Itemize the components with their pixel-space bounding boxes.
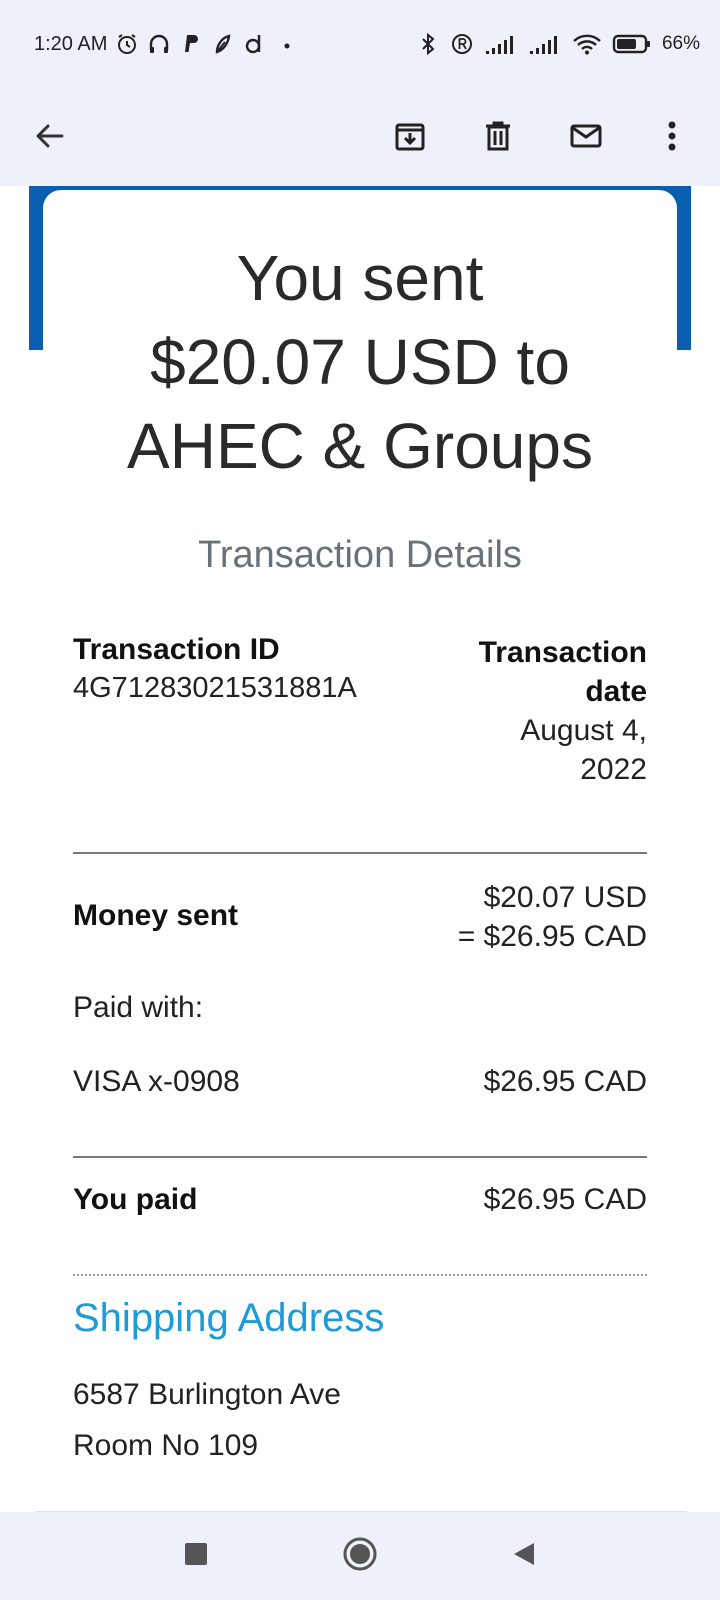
system-back-button[interactable] [498, 1530, 550, 1582]
you-paid-amount: $26.95 CAD [483, 1183, 647, 1216]
mail-icon [568, 118, 604, 154]
pen-icon [211, 32, 235, 56]
transaction-id-value: 4G71283021531881A [73, 672, 357, 704]
wifi-icon [572, 32, 602, 56]
status-left: 1:20 AM [34, 32, 299, 56]
paypal-icon [179, 32, 203, 56]
archive-icon [392, 118, 428, 154]
transaction-date-value: 2022 [580, 753, 647, 786]
signal-icon [484, 32, 518, 56]
paid-with-label: Paid with: [73, 991, 204, 1024]
battery-icon [612, 32, 652, 56]
card-label: VISA x-0908 [73, 1065, 240, 1098]
battery-percent: 66% [661, 33, 700, 54]
app-bar [0, 90, 720, 186]
shipping-address-title: Shipping Address [73, 1296, 385, 1340]
money-sent-block: $20.07 USD = $26.95 CAD [458, 878, 647, 956]
headset-icon [147, 32, 171, 56]
back-button[interactable] [22, 108, 78, 164]
home-button[interactable] [334, 1530, 386, 1582]
divider [73, 852, 647, 854]
email-body: You sent $20.07 USD to AHEC & Groups Tra… [0, 186, 720, 1512]
transaction-id-label: Transaction ID [73, 633, 280, 666]
money-sent-label: Money sent [73, 899, 239, 932]
more-options-button[interactable] [644, 108, 700, 164]
transaction-date-block: Transaction date August 4, 2022 [479, 633, 647, 789]
signal-icon [528, 32, 562, 56]
d-icon [243, 32, 267, 56]
status-bar: 1:20 AM 66% [0, 0, 720, 90]
headline-line: You sent [236, 242, 484, 314]
address-line: Room No 109 [73, 1429, 259, 1462]
mark-unread-button[interactable] [558, 108, 614, 164]
recents-square-icon [182, 1540, 210, 1573]
headline-line: $20.07 USD to [150, 326, 570, 398]
card-amount: $26.95 CAD [483, 1065, 647, 1098]
divider [73, 1156, 647, 1158]
you-paid-label: You paid [73, 1183, 198, 1216]
bluetooth-icon [416, 32, 440, 56]
more-vert-icon [654, 118, 690, 154]
home-circle-icon [342, 1536, 378, 1577]
status-right: 66% [416, 32, 700, 56]
transaction-date-label: date [585, 675, 647, 708]
status-time: 1:20 AM [34, 32, 108, 55]
delete-icon [480, 118, 516, 154]
recents-button[interactable] [170, 1530, 222, 1582]
transaction-date-value: August 4, [520, 714, 647, 747]
section-title: Transaction Details [198, 534, 522, 576]
dot-icon [275, 32, 299, 56]
back-arrow-icon [32, 118, 68, 154]
transaction-date-label: Transaction [478, 636, 647, 669]
headline: You sent $20.07 USD to AHEC & Groups [43, 236, 677, 488]
delete-button[interactable] [470, 108, 526, 164]
archive-button[interactable] [382, 108, 438, 164]
alarm-icon [115, 32, 139, 56]
dotted-divider [73, 1274, 647, 1276]
money-sent-usd: $20.07 USD [483, 881, 647, 914]
address-line: 6587 Burlington Ave [73, 1378, 341, 1411]
registered-icon [450, 32, 474, 56]
back-triangle-icon [510, 1540, 538, 1573]
headline-line: AHEC & Groups [127, 410, 593, 482]
navigation-bar [0, 1512, 720, 1600]
money-sent-cad: = $26.95 CAD [457, 920, 647, 953]
